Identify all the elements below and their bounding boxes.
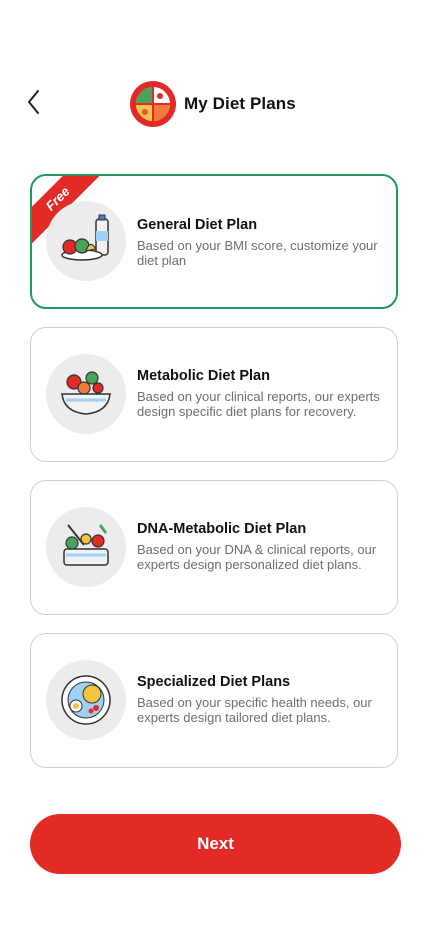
plan-card-specialized[interactable]: Specialized Diet Plans Based on your spe… (30, 633, 398, 768)
groceries-icon (46, 201, 126, 281)
chevron-left-icon (28, 90, 39, 114)
next-button[interactable]: Next (30, 814, 401, 874)
header: My Diet Plans (0, 70, 428, 136)
plan-description: Based on your specific health needs, our… (137, 695, 372, 725)
plan-card-general[interactable]: Free General Diet Plan Based on your BMI… (30, 174, 398, 309)
plan-title: General Diet Plan (137, 217, 258, 233)
breakfast-plate-icon (46, 660, 126, 740)
brand: My Diet Plans (130, 81, 296, 127)
back-button[interactable] (22, 85, 50, 119)
plan-card-text: General Diet Plan Based on your BMI scor… (137, 217, 387, 268)
plan-card-text: DNA-Metabolic Diet Plan Based on your DN… (137, 521, 387, 572)
plan-description: Based on your clinical reports, our expe… (137, 389, 380, 419)
plan-card-dna-metabolic[interactable]: DNA-Metabolic Diet Plan Based on your DN… (30, 480, 398, 615)
page-title: My Diet Plans (184, 94, 296, 113)
plan-description: Based on your DNA & clinical reports, ou… (137, 542, 377, 572)
diet-plate-logo-icon (130, 81, 176, 127)
plan-description: Based on your BMI score, customize your … (137, 238, 378, 268)
meal-box-icon (46, 507, 126, 587)
salad-bowl-icon (46, 354, 126, 434)
plan-card-text: Specialized Diet Plans Based on your spe… (137, 674, 387, 725)
plan-card-text: Metabolic Diet Plan Based on your clinic… (137, 368, 387, 419)
plan-card-metabolic[interactable]: Metabolic Diet Plan Based on your clinic… (30, 327, 398, 462)
plan-title: Specialized Diet Plans (137, 674, 291, 690)
plan-title: Metabolic Diet Plan (137, 368, 270, 384)
plan-title: DNA-Metabolic Diet Plan (137, 521, 307, 537)
